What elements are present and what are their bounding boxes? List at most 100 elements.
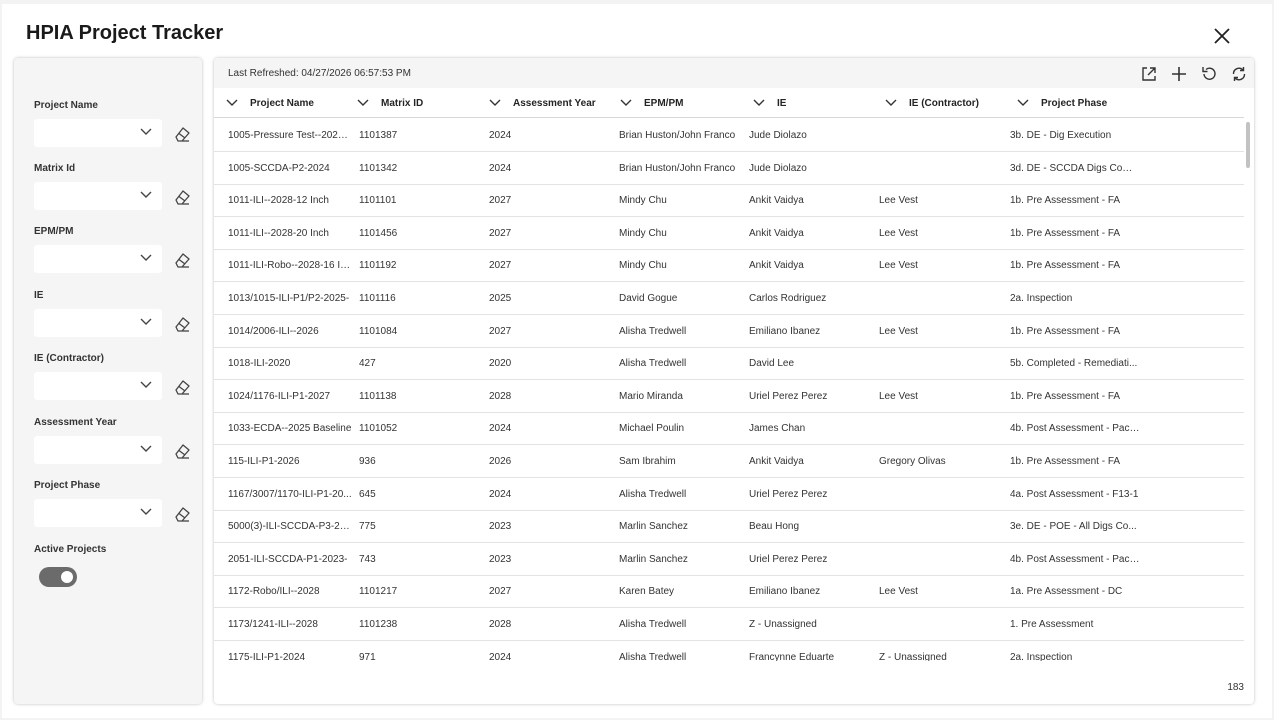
chevron-down-icon xyxy=(357,99,369,106)
table-cell: David Lee xyxy=(749,358,795,370)
chevron-down-icon xyxy=(140,318,152,325)
table-cell: 645 xyxy=(359,488,376,500)
epm-pm-dropdown[interactable] xyxy=(34,245,162,273)
active-projects-label: Active Projects xyxy=(34,544,107,555)
table-row[interactable]: 1175-ILI-P1-2024 971 2024 Alisha Tredwell Fr… xyxy=(214,641,1244,661)
ie-contractor-dropdown[interactable] xyxy=(34,372,162,400)
table-cell: 1018-ILI-2020 xyxy=(228,358,291,370)
table-cell: 2a. Inspection xyxy=(1010,293,1073,304)
table-cell: 1005-SCCDA-P2-2024 xyxy=(228,162,330,174)
table-cell: 936 xyxy=(359,456,376,467)
table-row[interactable]: 1011-ILI--2028-20 Inch 1101456 2027 Mindy C… xyxy=(214,217,1244,250)
table-body: 1005-Pressure Test--2025-... 1101387 2024 B… xyxy=(214,119,1244,661)
table-cell: Lee Vest xyxy=(879,586,918,598)
open-external-icon[interactable] xyxy=(1140,65,1158,83)
column-header-label: Project Name xyxy=(250,98,314,109)
table-cell: 5b. Completed - Remediati... xyxy=(1010,358,1138,370)
table-cell: 1a. Pre Assessment - DC xyxy=(1010,586,1123,598)
table-cell: Mario Miranda xyxy=(619,390,683,402)
eraser-icon[interactable] xyxy=(172,124,192,144)
table-cell: 3d. DE - SCCDA Digs Comp... xyxy=(1010,162,1140,174)
table-cell: Uriel Perez Perez xyxy=(749,553,828,565)
table-cell: 1101387 xyxy=(359,130,398,141)
eraser-icon[interactable] xyxy=(172,314,192,334)
table-row[interactable]: 1014/2006-ILI--2026 1101084 2027 Alisha Tre… xyxy=(214,315,1244,348)
table-cell: Sam Ibrahim xyxy=(619,456,676,467)
table-cell: Lee Vest xyxy=(879,325,918,337)
table-row[interactable]: 1005-SCCDA-P2-2024 1101342 2024 Brian Husto… xyxy=(214,152,1244,185)
undo-icon[interactable] xyxy=(1200,65,1218,83)
column-header-label: Assessment Year xyxy=(513,98,596,109)
table-cell: 2023 xyxy=(489,521,512,533)
table-cell: Ankit Vaidya xyxy=(749,456,804,467)
project-name-dropdown[interactable] xyxy=(34,119,162,147)
table-cell: Brian Huston/John Franco xyxy=(619,130,736,141)
table-cell: 1011-ILI--2028-20 Inch xyxy=(228,227,329,239)
table-cell: 2024 xyxy=(489,651,512,661)
table-cell: 4a. Post Assessment - F13-1 xyxy=(1010,488,1139,500)
table-cell: 2027 xyxy=(489,260,512,272)
table-row[interactable]: 1018-ILI-2020 427 2020 Alisha Tredwell David… xyxy=(214,347,1244,381)
scrollbar-thumb[interactable] xyxy=(1246,122,1250,168)
table-row[interactable]: 1172-Robo/ILI--2028 1101217 2027 Karen Bate… xyxy=(214,575,1244,609)
column-header-label: EPM/PM xyxy=(644,98,684,109)
table-cell: 2a. Inspection xyxy=(1010,651,1073,661)
eraser-icon[interactable] xyxy=(172,377,192,397)
table-header: Project Name Matrix ID Assessment Year E… xyxy=(214,88,1244,118)
table-cell: 1005-Pressure Test--2025-... xyxy=(228,130,353,141)
table-row[interactable]: 1033-ECDA--2025 Baseline 1101052 2024 Micha… xyxy=(214,412,1244,446)
table-cell: 1011-ILI-Robo--2028-16 In... xyxy=(228,260,353,272)
eraser-icon[interactable] xyxy=(172,250,192,270)
table-cell: Alisha Tredwell xyxy=(619,358,687,370)
table-cell: 1. Pre Assessment xyxy=(1010,619,1094,630)
matrix-id-dropdown[interactable] xyxy=(34,182,162,210)
table-row[interactable]: 115-ILI-P1-2026 936 2026 Sam Ibrahim Ankit V… xyxy=(214,445,1244,478)
assessment-year-dropdown[interactable] xyxy=(34,436,162,464)
table-cell: 1011-ILI--2028-12 Inch xyxy=(228,195,329,207)
eraser-icon[interactable] xyxy=(172,441,192,461)
refresh-icon[interactable] xyxy=(1230,65,1248,83)
table-row[interactable]: 1024/1176-ILI-P1-2027 1101138 2028 Mario Mi… xyxy=(214,380,1244,413)
record-count: 183 xyxy=(1227,682,1244,693)
add-icon[interactable] xyxy=(1170,65,1188,83)
chevron-down-icon xyxy=(885,99,897,106)
table-row[interactable]: 1013/1015-ILI-P1/P2-2025- 1101116 2025 Davi… xyxy=(214,282,1244,315)
table-cell: 1101238 xyxy=(359,619,398,630)
table-row[interactable]: 1011-ILI-Robo--2028-16 In... 1101192 2027 M… xyxy=(214,249,1244,283)
table-cell: 2027 xyxy=(489,195,512,207)
ie-dropdown[interactable] xyxy=(34,309,162,337)
active-projects-toggle[interactable] xyxy=(39,567,77,587)
table-cell: 1b. Pre Assessment - FA xyxy=(1010,325,1121,337)
table-row[interactable]: 5000(3)-ILI-SCCDA-P3-2025- 775 2023 Marlin … xyxy=(214,510,1244,544)
table-row[interactable]: 1011-ILI--2028-12 Inch 1101101 2027 Mindy C… xyxy=(214,184,1244,218)
table-cell: Uriel Perez Perez xyxy=(749,488,828,500)
table-row[interactable]: 1167/3007/1170-ILI-P1-20... 645 2024 Alisha… xyxy=(214,478,1244,511)
table-cell: Uriel Perez Perez xyxy=(749,390,828,402)
column-header-label: IE (Contractor) xyxy=(909,98,979,109)
close-button[interactable] xyxy=(1210,24,1234,48)
eraser-icon[interactable] xyxy=(172,187,192,207)
table-row[interactable]: 2051-ILI-SCCDA-P1-2023- 743 2023 Marlin San… xyxy=(214,543,1244,576)
vertical-scrollbar[interactable] xyxy=(1244,120,1252,660)
filter-label-epm-pm: EPM/PM xyxy=(34,226,74,237)
filter-label-assessment-year: Assessment Year xyxy=(34,417,117,428)
table-cell: 1013/1015-ILI-P1/P2-2025- xyxy=(228,293,350,304)
table-cell: Marlin Sanchez xyxy=(619,521,688,533)
table-cell: 971 xyxy=(359,651,376,661)
table-cell: 2027 xyxy=(489,325,512,337)
chevron-down-icon xyxy=(140,254,152,261)
table-cell: 1b. Pre Assessment - FA xyxy=(1010,456,1121,467)
last-refreshed-text: Last Refreshed: 04/27/2026 06:57:53 PM xyxy=(228,68,411,79)
chevron-down-icon xyxy=(620,99,632,106)
table-row[interactable]: 1173/1241-ILI--2028 1101238 2028 Alisha Tre… xyxy=(214,608,1244,641)
table-cell: 1167/3007/1170-ILI-P1-20... xyxy=(228,488,352,500)
table-cell: 1101101 xyxy=(359,195,397,207)
table-cell: Alisha Tredwell xyxy=(619,325,687,337)
table-cell: David Gogue xyxy=(619,293,678,304)
table-row[interactable]: 1005-Pressure Test--2025-... 1101387 2024 B… xyxy=(214,119,1244,152)
eraser-icon[interactable] xyxy=(172,504,192,524)
filter-label-project-name: Project Name xyxy=(34,100,98,111)
project-phase-dropdown[interactable] xyxy=(34,499,162,527)
table-cell: 2024 xyxy=(489,130,512,141)
chevron-down-icon xyxy=(140,445,152,452)
